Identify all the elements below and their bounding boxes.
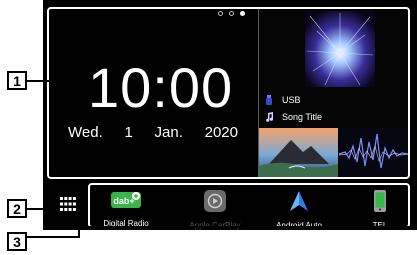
callout-3-bracket	[78, 226, 410, 228]
phone-icon	[373, 190, 387, 217]
svg-text:dab+: dab+	[113, 196, 134, 206]
carplay-icon	[204, 190, 226, 217]
callout-3-leader	[27, 236, 79, 238]
home-widget-frame	[47, 7, 410, 179]
dock-item-apple-carplay[interactable]: Apple CarPlay	[180, 185, 250, 230]
android-auto-icon	[288, 190, 310, 217]
apps-menu-button[interactable]	[54, 190, 82, 218]
dock-item-android-auto[interactable]: Android Auto	[264, 185, 334, 230]
callout-3: 3	[7, 232, 27, 251]
dock-item-tel[interactable]: TEL	[345, 185, 415, 230]
callout-2-leader	[27, 208, 49, 210]
callout-1-leader	[27, 80, 49, 82]
grid-menu-icon	[60, 197, 76, 211]
callout-2: 2	[7, 199, 27, 218]
callout-2-number: 2	[13, 200, 21, 217]
callout-1: 1	[7, 71, 27, 90]
shortcut-dock: dab+ Digital Radio Apple CarPlay Android…	[88, 183, 410, 230]
dab-plus-icon: dab+	[111, 190, 141, 215]
dock-item-digital-radio[interactable]: dab+ Digital Radio	[91, 185, 161, 228]
callout-3-number: 3	[13, 233, 21, 250]
callout-1-number: 1	[13, 72, 21, 89]
